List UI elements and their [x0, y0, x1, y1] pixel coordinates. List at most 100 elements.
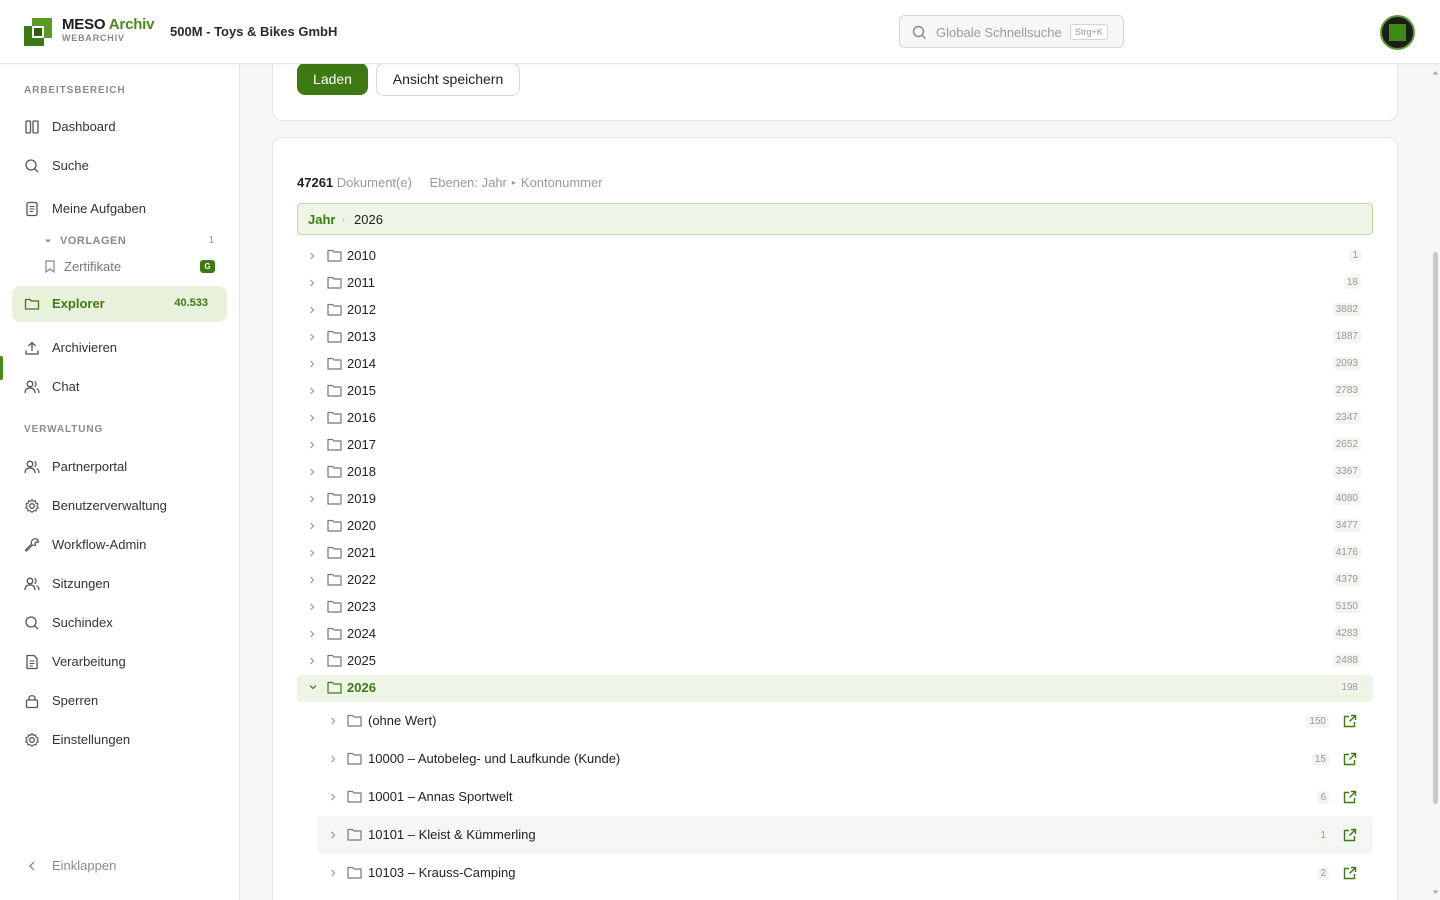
tree-row-count: 3882: [1332, 303, 1361, 316]
chevron-down-icon[interactable]: [309, 684, 317, 690]
lock-icon: [24, 693, 40, 709]
sidebar-item-suche[interactable]: Suche: [12, 148, 227, 184]
tree-row-account[interactable]: (ohne Wert) 150: [317, 702, 1373, 740]
tree-row-year[interactable]: 2026 198: [297, 675, 1373, 702]
scrollbar-thumb[interactable]: [1433, 252, 1438, 804]
tree-row-label: 2024: [347, 626, 376, 641]
chevron-right-icon[interactable]: [309, 576, 315, 584]
folder-icon: [347, 790, 362, 803]
chevron-right-icon[interactable]: [309, 657, 315, 665]
breadcrumb: Jahr › 2026: [297, 203, 1373, 235]
tree-row-count: 2652: [1332, 438, 1361, 451]
tree-row-year[interactable]: 2021 4176: [297, 540, 1373, 567]
sidebar-item-einstellungen[interactable]: Einstellungen: [12, 722, 227, 758]
tree-row-year[interactable]: 2016 2347: [297, 405, 1373, 432]
tenant-name[interactable]: 500M - Toys & Bikes GmbH: [170, 24, 337, 39]
external-link-icon[interactable]: [1343, 752, 1357, 766]
tree-row-count: 2347: [1332, 411, 1361, 424]
user-avatar[interactable]: [1380, 15, 1415, 50]
chevron-right-icon[interactable]: [330, 755, 336, 763]
tree-row-count: 2488: [1332, 654, 1361, 667]
sidebar-item-partnerportal[interactable]: Partnerportal: [12, 449, 227, 485]
sidebar-item-suchindex[interactable]: Suchindex: [12, 605, 227, 641]
chevron-right-icon[interactable]: [309, 279, 315, 287]
chevron-right-icon[interactable]: [330, 793, 336, 801]
chevron-right-icon[interactable]: [309, 333, 315, 341]
search-icon: [912, 25, 927, 40]
sidebar-item-explorer[interactable]: Explorer 40.533: [12, 286, 227, 322]
chevron-right-icon[interactable]: [309, 630, 315, 638]
tree-row-year[interactable]: 2022 4379: [297, 567, 1373, 594]
search-icon: [24, 615, 40, 631]
explorer-count: 40.533: [174, 297, 208, 309]
tree-row-label: 2018: [347, 464, 376, 479]
tree-row-year[interactable]: 2019 4080: [297, 486, 1373, 513]
breadcrumb-root[interactable]: Jahr: [308, 212, 335, 227]
chevron-right-icon[interactable]: [330, 717, 336, 725]
load-button[interactable]: Laden: [297, 63, 368, 95]
tree-row-account[interactable]: 10101 – Kleist & Kümmerling 1: [317, 816, 1373, 854]
scrollbar[interactable]: [1430, 64, 1440, 900]
scroll-down-icon[interactable]: [1432, 890, 1439, 895]
external-link-icon[interactable]: [1343, 714, 1357, 728]
chevron-right-icon[interactable]: [309, 522, 315, 530]
external-link-icon[interactable]: [1343, 866, 1357, 880]
sidebar-item-benutzerverwaltung[interactable]: Benutzerverwaltung: [12, 488, 227, 524]
tree-row-count: 1: [1317, 829, 1329, 842]
tree-row-count: 198: [1338, 681, 1361, 694]
sidebar-item-workflow-admin[interactable]: Workflow-Admin: [12, 527, 227, 563]
sidebar-item-archivieren[interactable]: Archivieren: [12, 330, 227, 366]
chevron-right-icon[interactable]: [309, 603, 315, 611]
chevron-right-icon[interactable]: [309, 306, 315, 314]
tree-row-label: 2017: [347, 437, 376, 452]
chevron-right-icon[interactable]: [309, 468, 315, 476]
tree-row-label: 10101 – Kleist & Kümmerling: [368, 827, 536, 842]
tree-row-account[interactable]: 10001 – Annas Sportwelt 6: [317, 778, 1373, 816]
scroll-up-icon[interactable]: [1432, 70, 1439, 75]
chevron-right-icon[interactable]: [309, 387, 315, 395]
tree-row-year[interactable]: 2023 5150: [297, 594, 1373, 621]
chevron-right-icon[interactable]: [309, 495, 315, 503]
tree-row-year[interactable]: 2020 3477: [297, 513, 1373, 540]
sidebar-item-zertifikate[interactable]: Zertifikate G: [44, 258, 216, 276]
tree-row-year[interactable]: 2017 2652: [297, 432, 1373, 459]
section-title-workspace: ARBEITSBEREICH: [24, 85, 126, 96]
tree-row-count: 6: [1317, 791, 1329, 804]
tree-row-year[interactable]: 2014 2093: [297, 351, 1373, 378]
meso-logo-icon[interactable]: [24, 18, 52, 46]
sidebar-item-aufgaben[interactable]: Meine Aufgaben: [12, 191, 227, 227]
save-view-button[interactable]: Ansicht speichern: [376, 63, 520, 96]
tree-row-year[interactable]: 2018 3367: [297, 459, 1373, 486]
external-link-icon[interactable]: [1343, 790, 1357, 804]
tree-row-year[interactable]: 2025 2488: [297, 648, 1373, 675]
tree-row-account[interactable]: 10000 – Autobeleg- und Laufkunde (Kunde)…: [317, 740, 1373, 778]
caret-right-icon: ▸: [511, 178, 516, 187]
tree-row-year[interactable]: 2012 3882: [297, 297, 1373, 324]
sidebar-item-sitzungen[interactable]: Sitzungen: [12, 566, 227, 602]
chevron-right-icon[interactable]: [309, 441, 315, 449]
external-link-icon[interactable]: [1343, 828, 1357, 842]
tree-row-account[interactable]: 10103 – Krauss-Camping 2: [317, 854, 1373, 892]
levels-second: Kontonummer: [520, 175, 603, 190]
search-icon: [24, 158, 40, 174]
chevron-right-icon[interactable]: [309, 549, 315, 557]
folder-icon: [327, 627, 342, 640]
tree-row-year[interactable]: 2015 2783: [297, 378, 1373, 405]
tree-row-year[interactable]: 2013 1887: [297, 324, 1373, 351]
chevron-right-icon[interactable]: [309, 360, 315, 368]
chevron-right-icon[interactable]: [309, 252, 315, 260]
tree-row-label: 2023: [347, 599, 376, 614]
vorlagen-group[interactable]: VORLAGEN 1: [44, 234, 216, 250]
tree-row-year[interactable]: 2010 1: [297, 243, 1373, 270]
tree-row-count: 1: [1349, 249, 1361, 262]
sidebar-item-chat[interactable]: Chat: [12, 369, 227, 405]
tree-row-year[interactable]: 2011 18: [297, 270, 1373, 297]
sidebar-item-dashboard[interactable]: Dashboard: [12, 109, 227, 145]
chevron-right-icon[interactable]: [330, 869, 336, 877]
chevron-right-icon[interactable]: [330, 831, 336, 839]
global-search-input[interactable]: Globale Schnellsuche Strg+K: [899, 15, 1124, 48]
tree-row-year[interactable]: 2024 4283: [297, 621, 1373, 648]
sidebar-item-sperren[interactable]: Sperren: [12, 683, 227, 719]
sidebar-item-verarbeitung[interactable]: Verarbeitung: [12, 644, 227, 680]
chevron-right-icon[interactable]: [309, 414, 315, 422]
